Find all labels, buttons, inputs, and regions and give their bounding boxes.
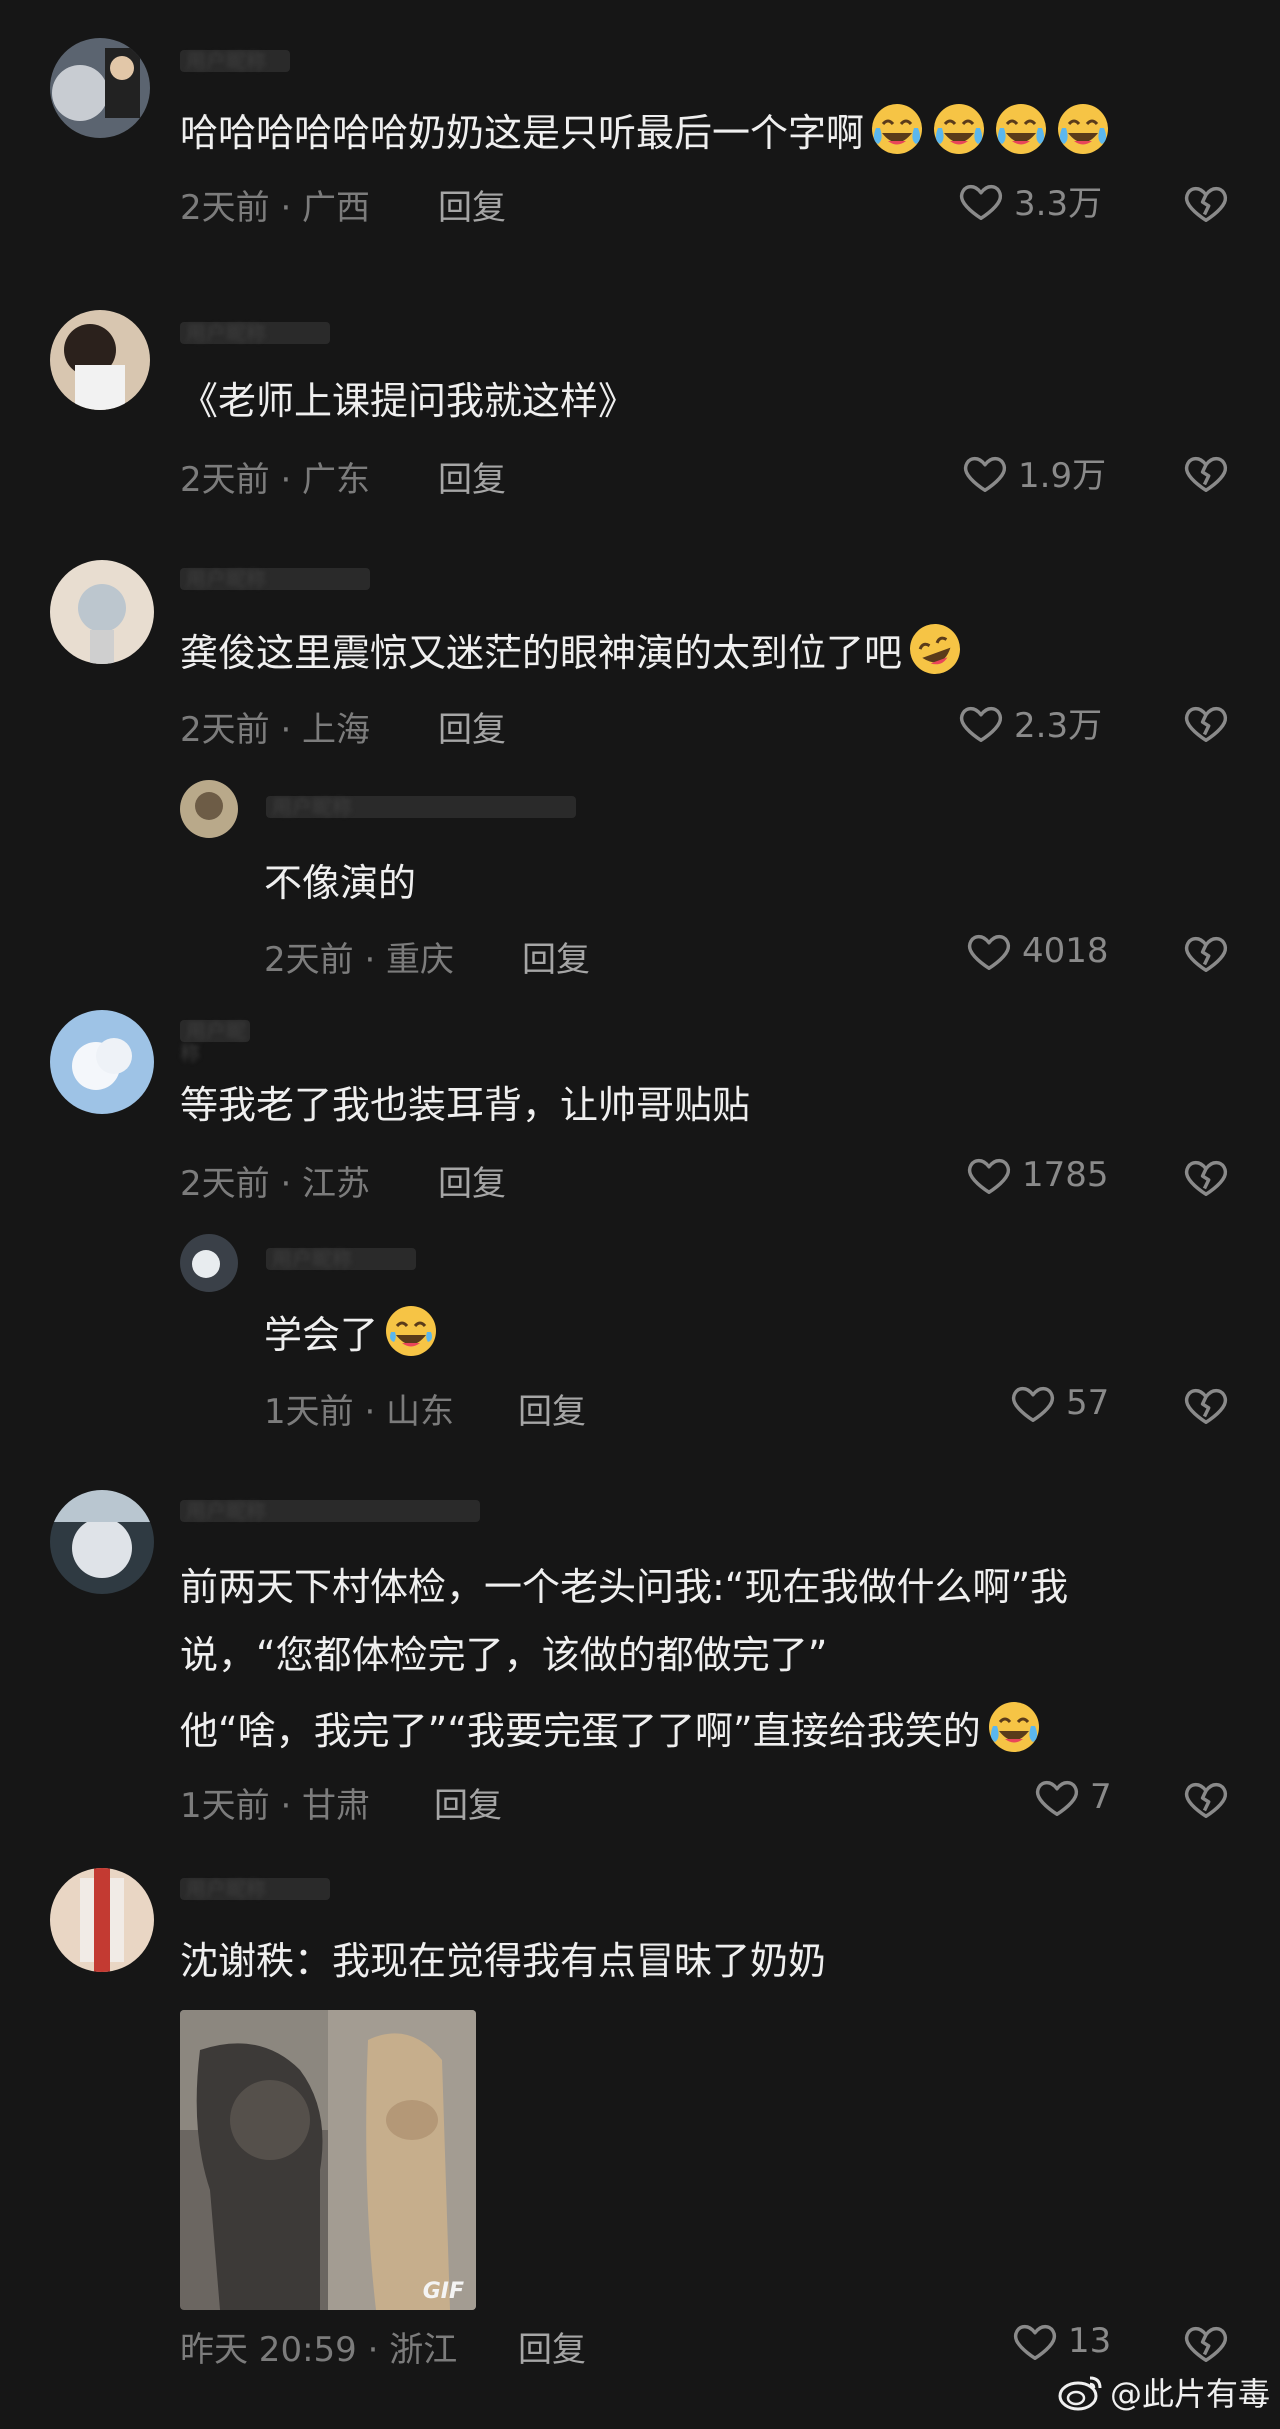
avatar[interactable]: [50, 560, 154, 664]
like-count: 2.3万: [1014, 706, 1103, 746]
like-button[interactable]: 1785: [966, 1152, 1109, 1198]
like-count: 7: [1090, 1777, 1112, 1817]
broken-heart-icon[interactable]: [1182, 1776, 1230, 1822]
reply-button[interactable]: 回复: [434, 1778, 502, 1827]
avatar[interactable]: [50, 1868, 154, 1972]
comment-text: 等我老了我也装耳背，让帅哥贴贴: [180, 1083, 751, 1127]
time-location: 2天前 · 江苏: [180, 1164, 371, 1204]
reply-button[interactable]: 回复: [518, 2322, 586, 2371]
broken-heart-icon[interactable]: [1182, 1382, 1230, 1428]
crying-laugh-emoji: [992, 100, 1050, 158]
like-button[interactable]: 57: [1010, 1380, 1109, 1426]
crying-laugh-emoji: [985, 1698, 1043, 1756]
username[interactable]: 用户昵称: [180, 1020, 250, 1064]
like-count: 1.9万: [1018, 456, 1107, 496]
comment-text: 不像演的: [264, 861, 417, 905]
heart-icon: [1035, 1780, 1079, 1816]
reply-button[interactable]: 回复: [522, 932, 590, 981]
like-button[interactable]: 4018: [966, 928, 1109, 974]
weibo-logo-icon: [1058, 2376, 1102, 2411]
comment-list-screen: 用户昵称 哈哈哈哈哈哈奶奶这是只听最后一个字啊 2天前 · 广西 回复 3.3万…: [0, 0, 1280, 2429]
heart-icon: [959, 184, 1003, 220]
broken-heart-icon[interactable]: [1182, 930, 1230, 976]
comment-text: 沈谢秩：我现在觉得我有点冒昧了奶奶: [180, 1939, 827, 1983]
comment-text: 前两天下村体检，一个老头问我:“现在我做什么啊”我: [180, 1565, 1069, 1609]
avatar[interactable]: [50, 1010, 154, 1114]
heart-icon: [1013, 2324, 1057, 2360]
gif-label: GIF: [422, 2279, 464, 2304]
comment-text: 哈哈哈哈哈哈奶奶这是只听最后一个字啊: [180, 100, 1112, 164]
time-location: 昨天 20:59 · 浙江: [180, 2330, 458, 2370]
avatar[interactable]: [50, 1490, 154, 1594]
like-count: 3.3万: [1014, 184, 1103, 224]
crying-laugh-emoji: [868, 100, 926, 158]
broken-heart-icon[interactable]: [1182, 2320, 1230, 2366]
time-location: 1天前 · 山东: [264, 1392, 455, 1432]
crying-laugh-emoji: [930, 100, 988, 158]
reply-button[interactable]: 回复: [518, 1384, 586, 1433]
reply-button[interactable]: 回复: [438, 180, 506, 229]
like-count: 1785: [1022, 1155, 1109, 1195]
like-count: 13: [1068, 2321, 1112, 2361]
username[interactable]: 用户昵称: [180, 568, 370, 590]
heart-icon: [967, 934, 1011, 970]
like-count: 4018: [1022, 931, 1109, 971]
rofl-emoji: [906, 620, 964, 678]
reply-button[interactable]: 回复: [438, 1156, 506, 1205]
like-count: 57: [1066, 1383, 1110, 1423]
username[interactable]: 用户昵称: [180, 1878, 330, 1900]
gif-image[interactable]: GIF: [180, 2010, 476, 2310]
watermark: @此片有毒: [1058, 2369, 1270, 2415]
like-button[interactable]: 1.9万: [962, 448, 1106, 497]
time-location: 2天前 · 重庆: [264, 940, 455, 980]
username[interactable]: 用户昵称: [180, 50, 290, 72]
broken-heart-icon[interactable]: [1182, 1154, 1230, 1200]
time-location: 2天前 · 广东: [180, 460, 371, 500]
comment-text: 龚俊这里震惊又迷茫的眼神演的太到位了吧: [180, 620, 964, 684]
username[interactable]: 用户昵称: [266, 1248, 416, 1270]
like-button[interactable]: 2.3万: [958, 698, 1102, 747]
heart-icon: [1011, 1386, 1055, 1422]
heart-icon: [959, 706, 1003, 742]
broken-heart-icon[interactable]: [1182, 450, 1230, 496]
crying-laugh-emoji: [1054, 100, 1112, 158]
comment-text: 学会了: [264, 1302, 440, 1366]
avatar[interactable]: [180, 1234, 238, 1292]
like-button[interactable]: 13: [1012, 2318, 1111, 2364]
comment-text: 《老师上课提问我就这样》: [180, 379, 637, 423]
broken-heart-icon[interactable]: [1182, 700, 1230, 746]
username[interactable]: 用户昵称: [180, 322, 330, 344]
reply-button[interactable]: 回复: [438, 452, 506, 501]
time-location: 2天前 · 广西: [180, 188, 371, 228]
watermark-text: @此片有毒: [1109, 2375, 1270, 2413]
username[interactable]: 用户昵称: [180, 1500, 480, 1522]
comment-text: 说，“您都体检完了，该做的都做完了”: [180, 1633, 828, 1677]
avatar[interactable]: [180, 780, 238, 838]
heart-icon: [963, 456, 1007, 492]
comment-item: 用户昵称 哈哈哈哈哈哈奶奶这是只听最后一个字啊 2天前 · 广西 回复 3.3万: [0, 0, 1280, 270]
reply-button[interactable]: 回复: [438, 702, 506, 751]
time-location: 2天前 · 上海: [180, 710, 371, 750]
avatar[interactable]: [50, 38, 150, 138]
joy-emoji: [382, 1302, 440, 1360]
username[interactable]: 用户昵称: [266, 796, 576, 818]
like-button[interactable]: 3.3万: [958, 176, 1102, 225]
comment-text: 他“啥，我完了”“我要完蛋了了啊”直接给我笑的: [180, 1698, 1043, 1762]
time-location: 1天前 · 甘肃: [180, 1786, 371, 1826]
broken-heart-icon[interactable]: [1182, 180, 1230, 226]
like-button[interactable]: 7: [1034, 1774, 1112, 1820]
heart-icon: [967, 1158, 1011, 1194]
avatar[interactable]: [50, 310, 150, 410]
